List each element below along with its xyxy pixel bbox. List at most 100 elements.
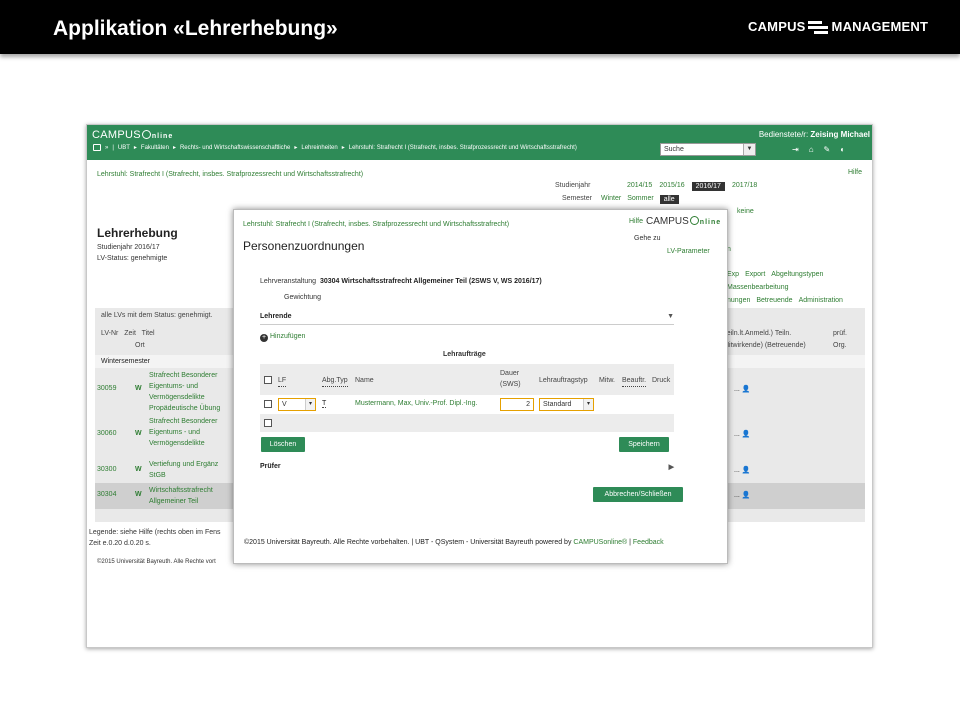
edit-icon[interactable]: ✎ bbox=[824, 145, 831, 154]
person-icon[interactable]: 👤 bbox=[742, 467, 751, 474]
search-select-value: Suche bbox=[664, 146, 684, 153]
triangle-right-icon[interactable]: ▶ bbox=[669, 463, 674, 471]
row-actions[interactable]: ... 👤 bbox=[734, 385, 751, 393]
row-actions[interactable]: ... 👤 bbox=[734, 430, 751, 438]
table-header-pruef: prüf. Org. bbox=[833, 328, 847, 352]
home-icon[interactable]: ⌂ bbox=[809, 145, 814, 154]
slide-title: Applikation «Lehrerhebung» bbox=[53, 17, 338, 40]
action-link[interactable]: Exp bbox=[727, 271, 739, 278]
chevron-down-icon[interactable]: ▾ bbox=[583, 399, 593, 410]
triangle-down-icon[interactable]: ▼ bbox=[667, 313, 674, 320]
person-icon[interactable]: 👤 bbox=[742, 492, 751, 499]
row-actions[interactable]: ... 👤 bbox=[734, 466, 751, 474]
keine-link[interactable]: keine bbox=[737, 208, 754, 215]
brand-left: CAMPUS bbox=[748, 19, 806, 34]
administration-link[interactable]: Administration bbox=[799, 297, 843, 304]
campusonline-logo[interactable]: CAMPUS nline bbox=[92, 129, 173, 141]
dialog-help-link[interactable]: Hilfe bbox=[629, 218, 643, 225]
user-label: Bedienstete/r: Zeising Michael bbox=[758, 130, 870, 139]
dialog-breadcrumb[interactable]: Lehrstuhl: Strafrecht I (Strafrecht, ins… bbox=[243, 221, 509, 228]
slide-header: Applikation «Lehrerhebung» CAMPUS MANAGE… bbox=[0, 0, 960, 54]
col-lehrauftragstyp: Lehrauftragstyp bbox=[539, 377, 588, 384]
col-mitwirkende: ] (Mitwirkende) (Betreuende) bbox=[717, 342, 806, 349]
abg-typ-value[interactable]: T bbox=[322, 400, 327, 408]
lv-title[interactable]: Strafrecht Besonderer Eigentums - und Verm… bbox=[149, 416, 217, 449]
breadcrumb-item[interactable]: Lehreinheiten bbox=[301, 145, 337, 151]
year-option[interactable]: 2015/16 bbox=[659, 182, 684, 191]
feedback-link[interactable]: Feedback bbox=[633, 539, 664, 546]
semester-option-active[interactable]: alle bbox=[659, 195, 679, 204]
lv-nr[interactable]: 30304 bbox=[97, 491, 116, 498]
dashboard-icon[interactable]: ◐ bbox=[840, 145, 845, 154]
chevron-down-icon[interactable]: ▾ bbox=[305, 399, 315, 410]
lehrauftraege-table: LF Abg.Typ Name Dauer (SWS) Lehrauftragst… bbox=[260, 364, 674, 432]
person-icon[interactable]: 👤 bbox=[742, 431, 751, 438]
semester-option[interactable]: Sommer bbox=[627, 195, 653, 204]
col-dauer: Dauer (SWS) bbox=[500, 370, 521, 388]
col-abg-typ: Abg.Typ bbox=[322, 375, 348, 387]
lv-nr[interactable]: 30300 bbox=[97, 466, 116, 473]
logout-icon[interactable]: ⇥ bbox=[792, 145, 799, 154]
divider bbox=[260, 324, 674, 325]
top-icons: ⇥ ⌂ ✎ ◐ bbox=[792, 145, 845, 154]
delete-button[interactable]: Löschen bbox=[261, 437, 305, 452]
window-icon[interactable] bbox=[93, 144, 101, 151]
lv-nr[interactable]: 30059 bbox=[97, 385, 116, 392]
col-nr: LV-Nr bbox=[101, 330, 119, 337]
lv-parameter-link[interactable]: LV-Parameter bbox=[667, 248, 710, 255]
action-links-row3: nungen Betreuende Administration bbox=[727, 297, 843, 304]
chevron-down-icon[interactable]: ▼ bbox=[743, 144, 755, 155]
lv-title[interactable]: Strafrecht Besonderer Eigentums- und Vermö… bbox=[149, 370, 220, 414]
table-header: LV-Nr Zeit Titel Ort bbox=[101, 328, 155, 352]
cancel-close-button[interactable]: Abbrechen/Schließen bbox=[593, 487, 683, 502]
double-chevron-icon[interactable]: » bbox=[105, 145, 108, 151]
status-line: LV-Status: genehmigte bbox=[97, 255, 168, 262]
lv-title[interactable]: Wirtschaftsstrafrecht Allgemeiner Teil bbox=[149, 485, 213, 507]
lehrauftragstyp-select[interactable]: Standard ▾ bbox=[539, 398, 594, 411]
help-link[interactable]: Hilfe bbox=[848, 169, 862, 176]
breadcrumb-item[interactable]: Lehrstuhl: Strafrecht I (Strafrecht, ins… bbox=[349, 145, 577, 151]
lehrende-section-header[interactable]: Lehrende ▼ bbox=[260, 313, 674, 320]
breadcrumb: » | UBT ▸ Fakultäten ▸ Rechts- und Wirts… bbox=[93, 144, 577, 151]
page-meta: Studienjahr 2016/17 LV-Status: genehmigt… bbox=[97, 242, 167, 264]
lehrveranstaltung-line: Lehrveranstaltung 30304 Wirtschaftsstraf… bbox=[260, 278, 542, 285]
col-lf: LF bbox=[278, 375, 287, 387]
top-bar: CAMPUS nline Bedienstete/r: Zeising Micha… bbox=[87, 125, 872, 160]
abgeltungstypen-link[interactable]: Abgeltungstypen bbox=[771, 271, 823, 278]
col-beauftr: Beauftr. bbox=[622, 375, 647, 387]
year-option-active[interactable]: 2016/17 bbox=[691, 182, 725, 191]
dauer-input[interactable]: 2 bbox=[500, 398, 534, 411]
year-option[interactable]: 2017/18 bbox=[732, 182, 757, 191]
row-actions[interactable]: ... 👤 bbox=[734, 491, 751, 499]
breadcrumb-item[interactable]: UBT bbox=[118, 145, 130, 151]
export-link[interactable]: Export bbox=[745, 271, 765, 278]
person-name-link[interactable]: Mustermann, Max, Univ.-Prof. Dipl.-Ing. bbox=[355, 400, 477, 407]
betreuende-link[interactable]: Betreuende bbox=[756, 297, 792, 304]
personenzuordnungen-dialog: Lehrstuhl: Strafrecht I (Strafrecht, ins… bbox=[233, 209, 728, 564]
row-checkbox[interactable] bbox=[264, 400, 272, 408]
action-links-row1: Exp Export Abgeltungstypen bbox=[727, 271, 823, 278]
page-breadcrumb[interactable]: Lehrstuhl: Strafrecht I (Strafrecht, ins… bbox=[97, 171, 363, 178]
person-icon[interactable]: 👤 bbox=[742, 386, 751, 393]
lv-title[interactable]: Vertiefung und Ergänz StGB bbox=[149, 459, 218, 481]
add-button[interactable]: + Hinzufügen bbox=[260, 333, 305, 342]
select-all-checkbox[interactable] bbox=[264, 376, 272, 384]
save-button[interactable]: Speichern bbox=[619, 437, 669, 452]
row-checkbox[interactable] bbox=[264, 419, 272, 427]
breadcrumb-arrow-icon: ▸ bbox=[341, 145, 345, 151]
semester-option[interactable]: Winter bbox=[601, 195, 621, 204]
breadcrumb-item[interactable]: Rechts- und Wirtschaftswissenschaftliche bbox=[180, 145, 290, 151]
year-option[interactable]: 2014/15 bbox=[627, 182, 652, 191]
action-link[interactable]: nungen bbox=[727, 297, 750, 304]
footer-text: ©2015 Universität Bayreuth. Alle Rechte … bbox=[244, 539, 574, 546]
breadcrumb-item[interactable]: Fakultäten bbox=[141, 145, 169, 151]
col-mitw: Mitw. bbox=[599, 377, 615, 384]
lv-nr[interactable]: 30060 bbox=[97, 430, 116, 437]
campusonline-link[interactable]: CAMPUSonline® bbox=[573, 539, 627, 546]
lv-zeit: W bbox=[135, 466, 142, 473]
search-select[interactable]: Suche ▼ bbox=[660, 143, 756, 156]
table-row: V ▾ T Mustermann, Max, Univ.-Prof. Dipl.… bbox=[260, 395, 674, 414]
massenbearbeitung-link[interactable]: Massenbearbeitung bbox=[727, 284, 789, 291]
lf-select[interactable]: V ▾ bbox=[278, 398, 316, 411]
pruefer-section-header[interactable]: Prüfer ▶ bbox=[260, 463, 674, 471]
